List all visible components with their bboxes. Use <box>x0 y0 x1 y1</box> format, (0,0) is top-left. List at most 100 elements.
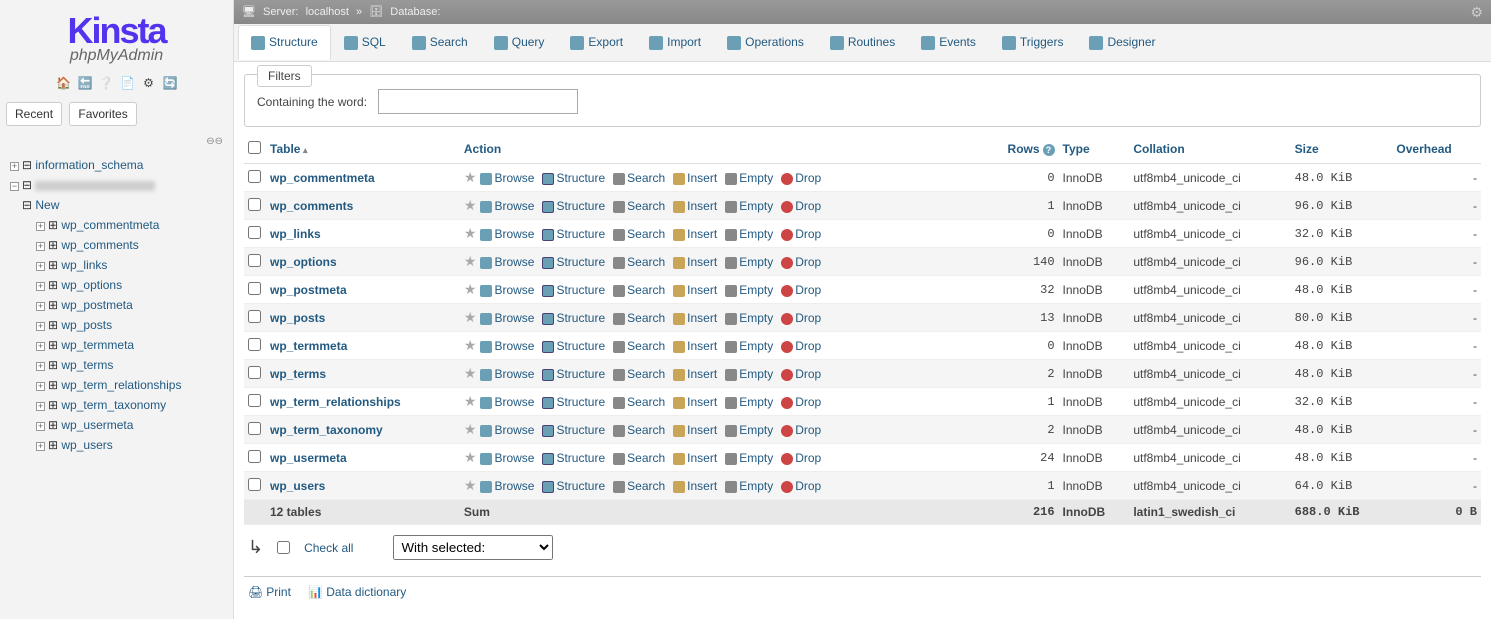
search-link[interactable]: Search <box>613 283 665 297</box>
browse-link[interactable]: Browse <box>480 367 534 381</box>
empty-link[interactable]: Empty <box>725 311 773 325</box>
star-icon[interactable]: ★ <box>464 421 477 437</box>
recent-tab[interactable]: Recent <box>6 102 62 126</box>
row-checkbox[interactable] <box>248 450 261 463</box>
insert-link[interactable]: Insert <box>673 395 717 409</box>
table-name-link[interactable]: wp_posts <box>270 311 325 325</box>
row-checkbox[interactable] <box>248 366 261 379</box>
table-name-link[interactable]: wp_commentmeta <box>270 171 375 185</box>
drop-link[interactable]: Drop <box>781 283 821 297</box>
tab-triggers[interactable]: Triggers <box>989 25 1077 60</box>
tab-events[interactable]: Events <box>908 25 989 60</box>
drop-link[interactable]: Drop <box>781 367 821 381</box>
insert-link[interactable]: Insert <box>673 227 717 241</box>
row-checkbox[interactable] <box>248 310 261 323</box>
rows-help-icon[interactable]: ? <box>1043 144 1055 156</box>
tree-table-wp_comments[interactable]: +⊞ wp_comments <box>6 235 227 255</box>
browse-link[interactable]: Browse <box>480 311 534 325</box>
row-checkbox[interactable] <box>248 254 261 267</box>
tree-table-wp_term_taxonomy[interactable]: +⊞ wp_term_taxonomy <box>6 395 227 415</box>
structure-link[interactable]: Structure <box>542 451 605 465</box>
search-link[interactable]: Search <box>613 479 665 493</box>
search-link[interactable]: Search <box>613 451 665 465</box>
search-link[interactable]: Search <box>613 367 665 381</box>
structure-link[interactable]: Structure <box>542 367 605 381</box>
tab-structure[interactable]: Structure <box>238 25 331 60</box>
tab-query[interactable]: Query <box>481 25 558 60</box>
col-table[interactable]: Table <box>266 135 460 164</box>
col-size[interactable]: Size <box>1291 135 1393 164</box>
structure-link[interactable]: Structure <box>542 171 605 185</box>
drop-link[interactable]: Drop <box>781 227 821 241</box>
browse-link[interactable]: Browse <box>480 283 534 297</box>
star-icon[interactable]: ★ <box>464 169 477 185</box>
exit-icon[interactable]: 🔚 <box>77 76 91 90</box>
search-link[interactable]: Search <box>613 255 665 269</box>
print-link[interactable]: 🖨Print <box>248 585 291 599</box>
insert-link[interactable]: Insert <box>673 199 717 213</box>
row-checkbox[interactable] <box>248 478 261 491</box>
collapse-icon[interactable]: ⊖⊖ <box>0 132 233 151</box>
table-name-link[interactable]: wp_terms <box>270 367 326 381</box>
search-link[interactable]: Search <box>613 227 665 241</box>
insert-link[interactable]: Insert <box>673 423 717 437</box>
insert-link[interactable]: Insert <box>673 283 717 297</box>
search-link[interactable]: Search <box>613 339 665 353</box>
empty-link[interactable]: Empty <box>725 227 773 241</box>
table-name-link[interactable]: wp_term_relationships <box>270 395 401 409</box>
tab-designer[interactable]: Designer <box>1076 25 1168 60</box>
table-name-link[interactable]: wp_options <box>270 255 337 269</box>
col-type[interactable]: Type <box>1059 135 1130 164</box>
structure-link[interactable]: Structure <box>542 423 605 437</box>
star-icon[interactable]: ★ <box>464 225 477 241</box>
check-all-checkbox[interactable] <box>277 541 290 554</box>
tab-sql[interactable]: SQL <box>331 25 399 60</box>
structure-link[interactable]: Structure <box>542 339 605 353</box>
drop-link[interactable]: Drop <box>781 171 821 185</box>
select-all-checkbox[interactable] <box>248 141 261 154</box>
tree-table-wp_terms[interactable]: +⊞ wp_terms <box>6 355 227 375</box>
browse-link[interactable]: Browse <box>480 479 534 493</box>
gear-icon[interactable]: ⚙ <box>1470 4 1483 21</box>
star-icon[interactable]: ★ <box>464 337 477 353</box>
tree-db-info-schema[interactable]: +⊟ information_schema <box>6 155 227 175</box>
tree-table-wp_users[interactable]: +⊞ wp_users <box>6 435 227 455</box>
star-icon[interactable]: ★ <box>464 449 477 465</box>
tab-import[interactable]: Import <box>636 25 714 60</box>
tree-table-wp_postmeta[interactable]: +⊞ wp_postmeta <box>6 295 227 315</box>
star-icon[interactable]: ★ <box>464 309 477 325</box>
tab-export[interactable]: Export <box>557 25 636 60</box>
col-collation[interactable]: Collation <box>1129 135 1290 164</box>
insert-link[interactable]: Insert <box>673 451 717 465</box>
browse-link[interactable]: Browse <box>480 395 534 409</box>
search-link[interactable]: Search <box>613 199 665 213</box>
empty-link[interactable]: Empty <box>725 199 773 213</box>
favorites-tab[interactable]: Favorites <box>69 102 136 126</box>
tab-operations[interactable]: Operations <box>714 25 817 60</box>
col-rows[interactable]: Rows? <box>982 135 1059 164</box>
reload-icon[interactable]: 🔄 <box>163 76 177 90</box>
home-icon[interactable]: 🏠 <box>56 76 70 90</box>
table-name-link[interactable]: wp_termmeta <box>270 339 347 353</box>
search-link[interactable]: Search <box>613 171 665 185</box>
search-link[interactable]: Search <box>613 423 665 437</box>
drop-link[interactable]: Drop <box>781 311 821 325</box>
tree-db-current[interactable]: −⊟ <box>6 175 227 195</box>
empty-link[interactable]: Empty <box>725 423 773 437</box>
tab-routines[interactable]: Routines <box>817 25 908 60</box>
star-icon[interactable]: ★ <box>464 281 477 297</box>
with-selected-dropdown[interactable]: With selected: <box>393 535 553 560</box>
structure-link[interactable]: Structure <box>542 479 605 493</box>
drop-link[interactable]: Drop <box>781 451 821 465</box>
empty-link[interactable]: Empty <box>725 451 773 465</box>
empty-link[interactable]: Empty <box>725 367 773 381</box>
insert-link[interactable]: Insert <box>673 479 717 493</box>
browse-link[interactable]: Browse <box>480 227 534 241</box>
drop-link[interactable]: Drop <box>781 423 821 437</box>
tab-search[interactable]: Search <box>399 25 481 60</box>
structure-link[interactable]: Structure <box>542 311 605 325</box>
tree-table-wp_usermeta[interactable]: +⊞ wp_usermeta <box>6 415 227 435</box>
browse-link[interactable]: Browse <box>480 423 534 437</box>
table-name-link[interactable]: wp_postmeta <box>270 283 347 297</box>
structure-link[interactable]: Structure <box>542 227 605 241</box>
